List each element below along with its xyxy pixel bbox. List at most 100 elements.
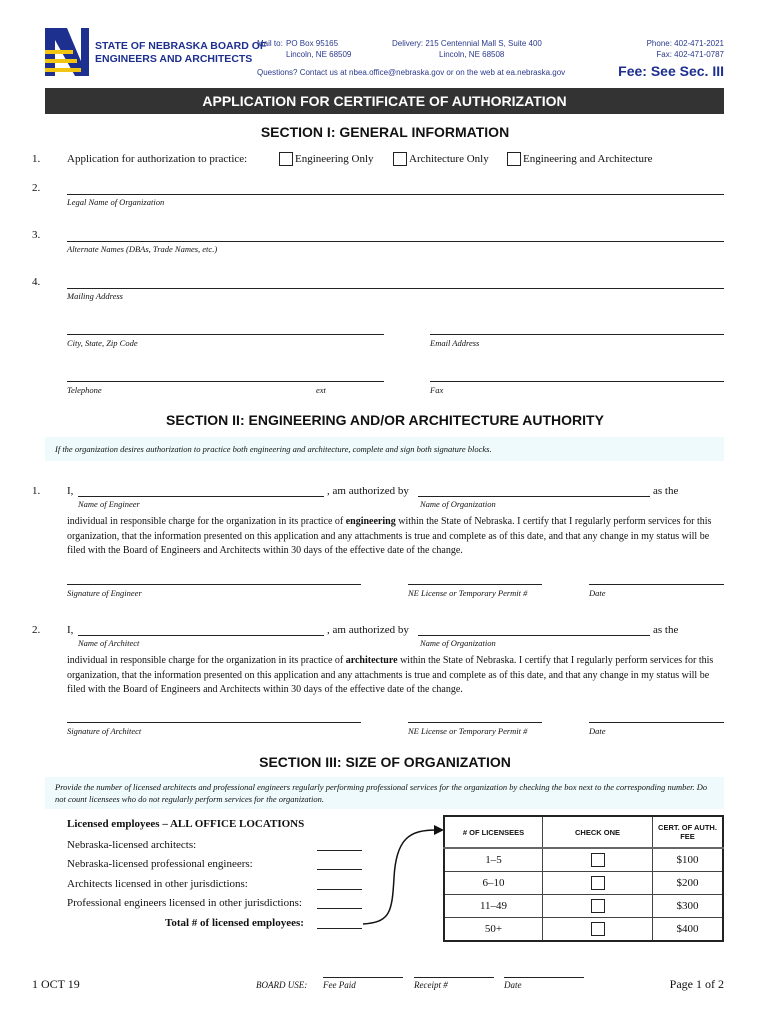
legal-name-field[interactable] [67,194,724,195]
architect-signature-label: Signature of Architect [67,726,142,736]
fax-label: Fax [430,385,444,395]
engineer-signature-label: Signature of Engineer [67,588,142,598]
engineer-i: I, [67,485,74,497]
city-state-zip-label: City, State, Zip Code [67,338,138,348]
engineer-org-field[interactable] [418,496,650,497]
ne-engineers-field[interactable] [317,869,362,870]
alternate-names-label: Alternate Names (DBAs, Trade Names, etc.… [67,244,218,254]
section3-title: SECTION III: SIZE OF ORGANIZATION [259,754,511,770]
engineer-authorized-text: , am authorized by [327,485,409,497]
licensee-range: 6–10 [443,871,543,895]
header-check-one: CHECK ONE [542,815,653,849]
check-cell [542,917,653,942]
q3-number: 3. [32,229,41,241]
range-6-10-checkbox[interactable] [590,876,605,890]
header-fee: CERT. OF AUTH. FEE [652,815,724,849]
fee-value: $300 [652,894,724,918]
section3-note: Provide the number of licensed architect… [45,777,724,809]
other-architects-field[interactable] [317,889,362,890]
org-name: STATE OF NEBRASKA BOARD OF ENGINEERS AND… [95,40,266,66]
table-row: 11–49 $300 [443,894,724,918]
section1-title: SECTION I: GENERAL INFORMATION [260,124,510,140]
engineer-license-field[interactable] [408,584,542,585]
fee-value: $100 [652,847,724,872]
fee-table-header: # OF LICENSEES CHECK ONE CERT. OF AUTH. … [443,815,724,849]
engineer-date-field[interactable] [589,584,724,585]
page-title: APPLICATION FOR CERTIFICATE OF AUTHORIZA… [202,93,567,109]
alternate-names-field[interactable] [67,241,724,242]
engineer-name-field[interactable] [78,496,324,497]
range-11-49-checkbox[interactable] [590,899,605,913]
fax: Fax: 402-471-0787 [656,50,724,59]
architect-date-field[interactable] [589,722,724,723]
delivery-address: Delivery: 215 Centennial Mall S, Suite 4… [392,38,542,60]
table-row: 50+ $400 [443,917,724,942]
architect-block-number: 2. [32,624,41,636]
page-number: Page 1 of 2 [669,977,724,991]
para-bold: engineering [345,516,396,527]
other-engineers-label: Professional engineers licensed in other… [67,897,302,909]
engineering-only-label: Engineering Only [295,153,374,165]
mailing-address-field[interactable] [67,288,724,289]
telephone-field[interactable] [67,381,384,382]
engineer-block-number: 1. [32,485,41,497]
ext-label: ext [316,385,326,395]
architect-license-field[interactable] [408,722,542,723]
table-row: 1–5 $100 [443,847,724,872]
para-pre: individual in responsible charge for the… [67,655,346,666]
fee-value: $200 [652,871,724,895]
board-date-label: Date [504,980,522,990]
telephone-label: Telephone [67,385,102,395]
engineering-only-checkbox[interactable] [279,152,293,166]
board-use-label: BOARD USE: [256,980,308,990]
fee-value: $400 [652,917,724,942]
range-50-plus-checkbox[interactable] [590,922,605,936]
architect-authorized-text: , am authorized by [327,624,409,636]
licensee-range: 11–49 [443,894,543,918]
architect-signature-field[interactable] [67,722,361,723]
contact-phone-fax: Phone: 402-471-2021 Fax: 402-471-0787 [647,38,724,60]
range-1-5-checkbox[interactable] [590,853,605,867]
mail-line2: Lincoln, NE 68509 [286,50,352,59]
mailing-address-label: Mailing Address [67,291,123,301]
other-architects-label: Architects licensed in other jurisdictio… [67,878,248,890]
architect-org-field[interactable] [418,635,650,636]
fax-field[interactable] [430,381,724,382]
mail-line1: PO Box 95165 [286,39,339,48]
mail-label: Mail to: [257,39,283,48]
section2-note: If the organization desires authorizatio… [45,437,724,461]
para-bold: architecture [345,655,398,666]
engineer-org-label: Name of Organization [420,499,496,509]
city-state-zip-field[interactable] [67,334,384,335]
fee-table: # OF LICENSEES CHECK ONE CERT. OF AUTH. … [443,815,724,942]
mail-address: PO Box 95165 Lincoln, NE 68509 [286,38,351,60]
architecture-only-label: Architecture Only [409,153,489,165]
delivery-line2: Lincoln, NE 68508 [439,50,505,59]
other-engineers-field[interactable] [317,908,362,909]
email-field[interactable] [430,334,724,335]
architecture-only-checkbox[interactable] [393,152,407,166]
architect-name-label: Name of Architect [78,638,140,648]
fee-paid-label: Fee Paid [323,980,356,990]
architect-name-field[interactable] [78,635,324,636]
delivery-line1: Delivery: 215 Centennial Mall S, Suite 4… [392,39,542,48]
total-field[interactable] [317,928,362,929]
ne-architects-label: Nebraska-licensed architects: [67,839,197,851]
para-pre: individual in responsible charge for the… [67,516,346,527]
engineer-name-label: Name of Engineer [78,499,140,509]
engineer-certification-text: individual in responsible charge for the… [67,515,727,559]
receipt-label: Receipt # [414,980,448,990]
fee-paid-field [323,977,403,978]
form-version: 1 OCT 19 [32,977,80,991]
engineer-date-label: Date [589,588,606,598]
architect-i: I, [67,624,74,636]
ne-architects-field[interactable] [317,850,362,851]
q4-number: 4. [32,276,41,288]
engineer-signature-field[interactable] [67,584,361,585]
phone: Phone: 402-471-2021 [646,39,724,48]
engineering-and-architecture-label: Engineering and Architecture [523,153,653,165]
receipt-field [414,977,494,978]
architect-date-label: Date [589,726,606,736]
architect-org-label: Name of Organization [420,638,496,648]
engineering-and-architecture-checkbox[interactable] [507,152,521,166]
